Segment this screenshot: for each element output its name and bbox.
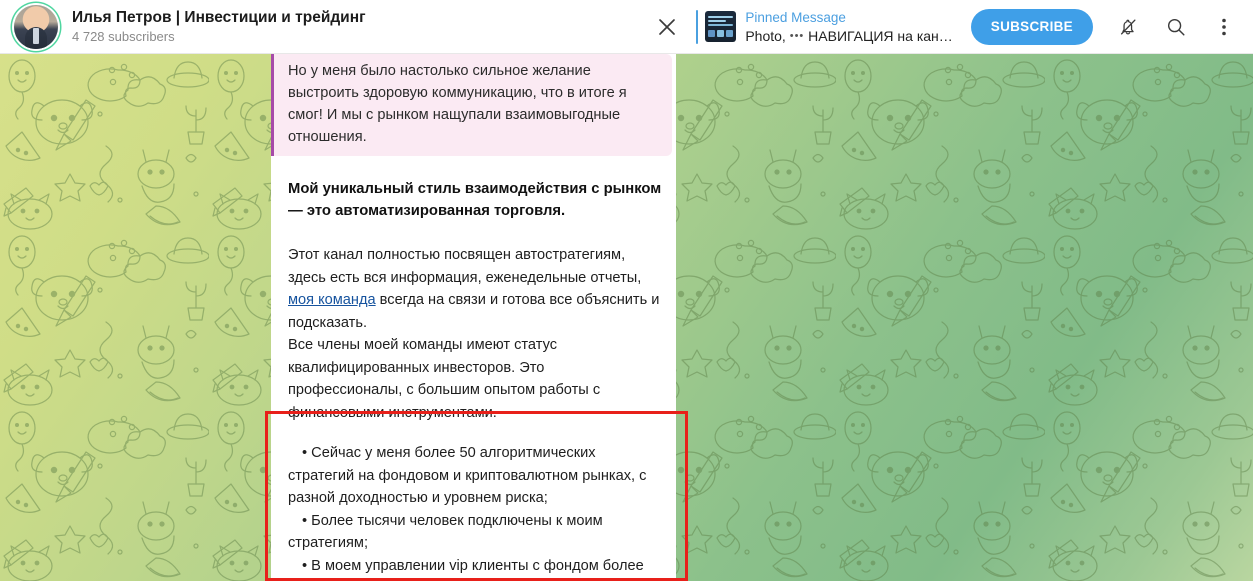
- message-body: Мой уникальный стиль взаимодействия с ры…: [271, 178, 676, 581]
- team-link[interactable]: моя команда: [288, 292, 376, 308]
- subscriber-count: 4 728 subscribers: [72, 29, 175, 44]
- more-vertical-icon: [1222, 18, 1226, 35]
- pinned-message[interactable]: Pinned Message Photo, ••• НАВИГАЦИЯ на к…: [695, 9, 953, 45]
- pinned-text-block: Pinned Message Photo, ••• НАВИГАЦИЯ на к…: [745, 9, 952, 45]
- message-paragraph-1: Этот канал полностью посвящен автострате…: [288, 244, 662, 334]
- message-heading: Мой уникальный стиль взаимодействия с ры…: [288, 181, 662, 219]
- channel-header: Илья Петров | Инвестиции и трейдинг 4 72…: [0, 0, 1253, 54]
- close-icon: [658, 18, 675, 35]
- channel-name: Илья Петров | Инвестиции и трейдинг: [72, 9, 366, 26]
- pinned-title: Pinned Message: [745, 9, 846, 25]
- bullet-item-1: • Сейчас у меня более 50 алгоритмических…: [288, 445, 647, 506]
- pinned-preview-prefix: Photo,: [745, 27, 786, 44]
- search-icon: [1167, 18, 1185, 36]
- bullet-item-3: • В моем управлении vip клиенты с фондом…: [288, 557, 644, 581]
- search-button[interactable]: [1163, 14, 1189, 40]
- avatar[interactable]: [14, 4, 58, 49]
- pinned-preview-emoji: •••: [789, 29, 805, 42]
- pinned-preview-text: НАВИГАЦИЯ на кан…: [808, 27, 953, 44]
- more-menu-button[interactable]: [1211, 14, 1237, 40]
- message-bubble[interactable]: Но у меня было настолько сильное желание…: [271, 54, 676, 581]
- pinned-accent-bar: [695, 9, 699, 44]
- paragraph-1-before-link: Этот канал полностью посвящен автострате…: [288, 247, 642, 286]
- quote-text: Но у меня было настолько сильное желание…: [288, 63, 627, 145]
- subscribe-button[interactable]: SUBSCRIBE: [970, 8, 1093, 45]
- message-bullet-list: • Сейчас у меня более 50 алгоритмических…: [288, 442, 662, 581]
- pinned-preview: Photo, ••• НАВИГАЦИЯ на кан…: [745, 27, 952, 45]
- quoted-block: Но у меня было настолько сильное желание…: [271, 54, 672, 156]
- telegram-channel-window: Илья Петров | Инвестиции и трейдинг 4 72…: [0, 0, 1253, 581]
- pinned-photo-thumbnail-icon: [705, 11, 737, 42]
- bullet-item-2: • Более тысячи человек подключены к моим…: [288, 512, 603, 552]
- bell-muted-icon: [1120, 18, 1136, 35]
- close-pinned-button[interactable]: [652, 12, 682, 42]
- message-paragraph-2: Все члены моей команды имеют статус квал…: [288, 337, 601, 421]
- mute-button[interactable]: [1115, 14, 1141, 40]
- channel-title-block[interactable]: Илья Петров | Инвестиции и трейдинг 4 72…: [72, 8, 366, 45]
